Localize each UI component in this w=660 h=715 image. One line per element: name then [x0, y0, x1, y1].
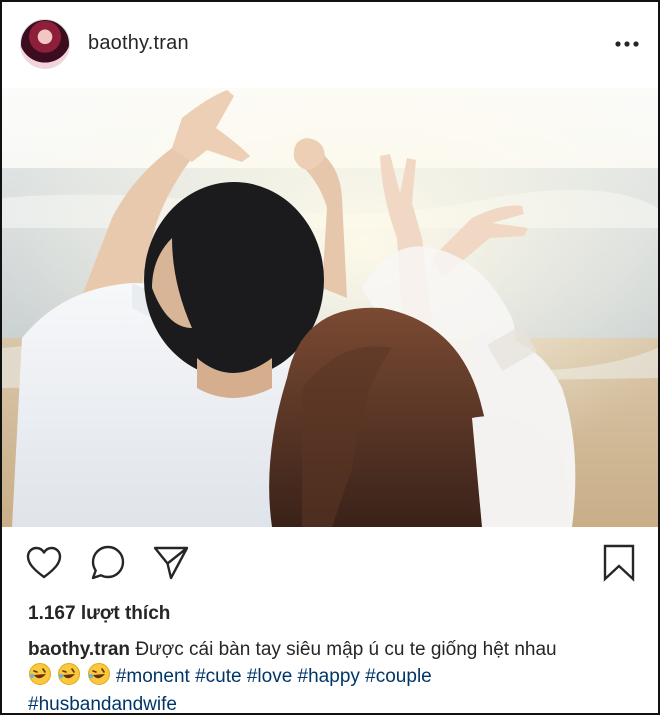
bookmark-icon[interactable] — [600, 544, 638, 582]
rofl-emoji — [87, 662, 111, 693]
heart-icon[interactable] — [25, 544, 63, 582]
action-bar — [2, 542, 658, 592]
share-icon[interactable] — [152, 544, 190, 582]
like-count[interactable]: 1.167 lượt thích — [28, 603, 170, 625]
post-photo[interactable] — [2, 88, 658, 527]
avatar[interactable] — [20, 19, 70, 69]
comment-icon[interactable] — [89, 544, 127, 582]
post-caption: baothy.tran Được cái bàn tay siêu mập ú … — [28, 638, 638, 713]
hashtag-link[interactable]: #monent — [116, 666, 190, 687]
instagram-post: baothy.tran 1.167 lượt thích baothy.tran… — [0, 0, 660, 715]
hashtag-link[interactable]: #husbandandwife — [28, 694, 177, 713]
caption-username[interactable]: baothy.tran — [28, 639, 130, 660]
hashtag-link[interactable]: #love — [247, 666, 292, 687]
rofl-emoji — [57, 662, 81, 693]
hashtag-link[interactable]: #happy — [298, 666, 360, 687]
rofl-emoji — [28, 662, 52, 693]
post-header: baothy.tran — [2, 2, 658, 86]
hashtag-link[interactable]: #cute — [195, 666, 241, 687]
hashtag-link[interactable]: #couple — [365, 666, 432, 687]
post-username[interactable]: baothy.tran — [88, 32, 189, 55]
caption-text: Được cái bàn tay siêu mập ú cu te giống … — [135, 639, 557, 660]
more-options-icon[interactable] — [614, 34, 640, 54]
